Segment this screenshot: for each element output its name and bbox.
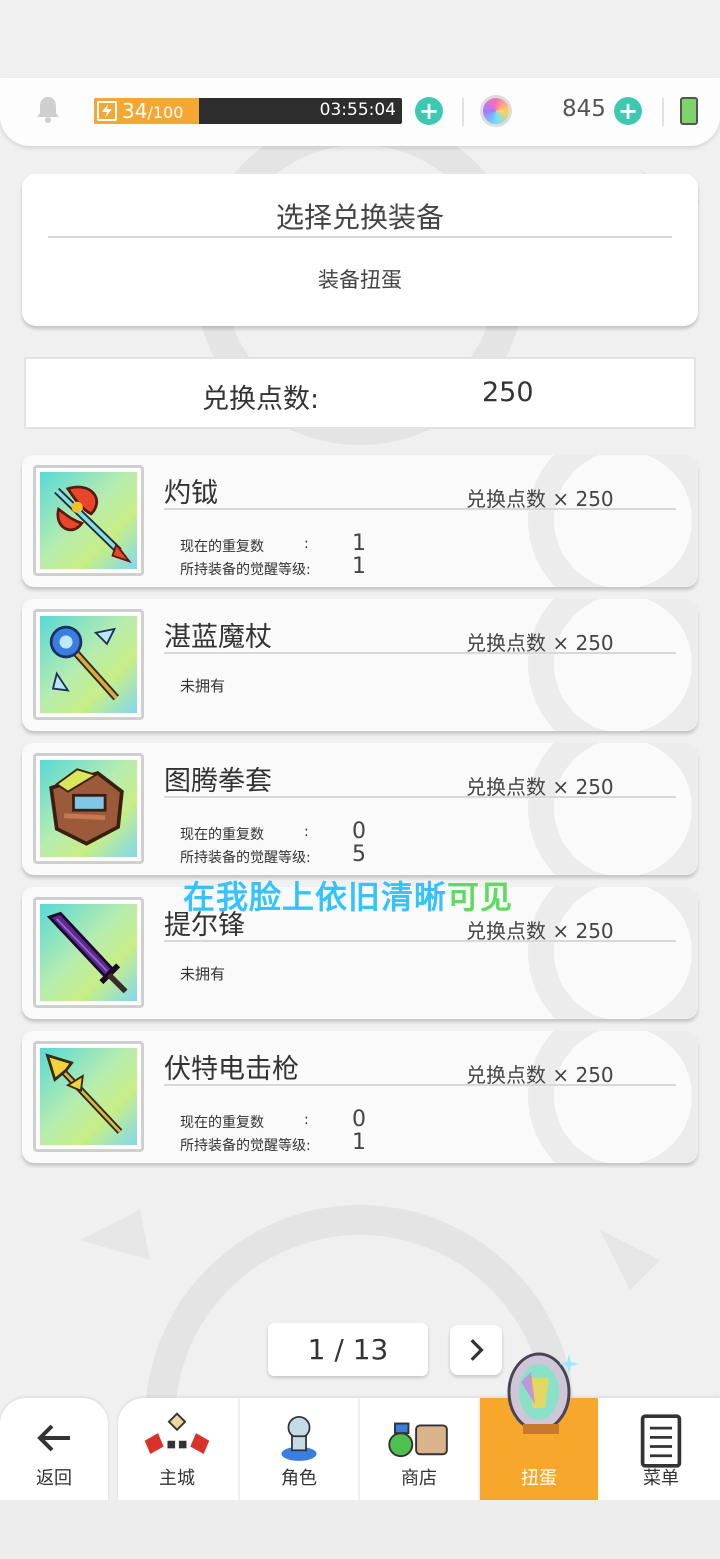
menu-icon xyxy=(640,1414,682,1468)
equipment-name: 伏特电击枪 xyxy=(164,1054,299,1085)
gauntlet-icon xyxy=(49,768,124,846)
exchange-points-value: 250 xyxy=(482,377,534,408)
awaken-label: 所持装备的觉醒等级: xyxy=(180,562,311,578)
divider xyxy=(164,796,676,798)
awaken-value: 5 xyxy=(352,842,366,867)
page-indicator: 1 / 13 xyxy=(268,1323,428,1376)
nav-item-shop[interactable]: 商店 xyxy=(360,1398,478,1500)
equipment-thumbnail xyxy=(33,753,144,864)
equipment-item[interactable]: 湛蓝魔杖 兑换点数 × 250 未拥有 xyxy=(22,599,698,731)
divider xyxy=(164,652,676,654)
back-button[interactable]: 返回 xyxy=(0,1398,108,1500)
gacha-mirror-icon xyxy=(507,1352,579,1434)
overlay-caption: 在我脸上依旧清晰可见 xyxy=(183,878,514,916)
lightning-icon xyxy=(97,101,117,121)
nav-item-character[interactable]: 角色 xyxy=(240,1398,358,1500)
character-icon xyxy=(281,1415,317,1461)
sword-icon xyxy=(46,911,128,994)
equipment-item[interactable]: 伏特电击枪 兑换点数 × 250 现在的重复数 : 0 所持装备的觉醒等级: 1 xyxy=(22,1031,698,1163)
equipment-thumbnail xyxy=(33,897,144,1008)
bell-icon[interactable] xyxy=(34,94,62,124)
awaken-label: 所持装备的觉醒等级: xyxy=(180,1138,311,1154)
card-decoration xyxy=(528,455,698,587)
spear-icon xyxy=(45,1053,123,1134)
equipment-name: 湛蓝魔杖 xyxy=(164,622,272,653)
gem-icon xyxy=(480,95,512,127)
staff-icon xyxy=(49,625,120,701)
divider xyxy=(164,1084,676,1086)
bottom-navigation: 返回 主城 角色 商店 扭蛋 菜单 xyxy=(0,1352,720,1502)
stamina-value: 34/100 xyxy=(122,99,184,123)
nav-label-shop: 商店 xyxy=(401,1468,437,1489)
duplicates-value: 0 xyxy=(352,819,366,844)
card-decoration xyxy=(528,599,698,731)
awaken-label: 所持装备的觉醒等级: xyxy=(180,850,311,866)
card-decoration xyxy=(528,887,698,1019)
nav-label-city: 主城 xyxy=(159,1468,195,1489)
equipment-thumbnail xyxy=(33,1041,144,1152)
equipment-item[interactable]: 图腾拳套 兑换点数 × 250 现在的重复数 : 0 所持装备的觉醒等级: 5 xyxy=(22,743,698,875)
title-card: 选择兑换装备 装备扭蛋 xyxy=(22,174,698,326)
nav-item-menu[interactable]: 菜单 xyxy=(602,1398,720,1500)
stamina-bar: 34/100 03:55:04 xyxy=(94,98,402,124)
duplicates-label: 现在的重复数 xyxy=(180,539,264,555)
equipment-item[interactable]: 灼钺 兑换点数 × 250 现在的重复数 : 1 所持装备的觉醒等级: 1 xyxy=(22,455,698,587)
not-owned-label: 未拥有 xyxy=(180,965,226,983)
gem-count: 845 xyxy=(562,96,606,122)
divider xyxy=(48,236,672,238)
equipment-name: 灼钺 xyxy=(164,478,218,509)
divider xyxy=(662,98,664,126)
awaken-value: 1 xyxy=(352,554,366,579)
battery-icon xyxy=(680,97,698,125)
colon: : xyxy=(304,536,309,552)
status-bar: 34/100 03:55:04 + 845 + xyxy=(0,78,720,146)
shop-icon xyxy=(388,1422,448,1458)
page-title: 选择兑换装备 xyxy=(275,201,444,234)
page-subtitle: 装备扭蛋 xyxy=(318,268,402,292)
add-gems-button[interactable]: + xyxy=(614,97,642,125)
stamina-timer: 03:55:04 xyxy=(319,100,396,120)
not-owned-label: 未拥有 xyxy=(180,677,226,695)
card-decoration xyxy=(528,1031,698,1163)
castle-icon xyxy=(144,1412,210,1455)
divider xyxy=(164,508,676,510)
nav-item-city[interactable]: 主城 xyxy=(118,1398,236,1500)
next-page-button[interactable] xyxy=(450,1325,502,1375)
axe-icon xyxy=(54,485,132,564)
awaken-value: 1 xyxy=(352,1130,366,1155)
arrow-left-icon xyxy=(37,1424,70,1452)
duplicates-value: 1 xyxy=(352,531,366,556)
nav-item-gacha[interactable]: 扭蛋 xyxy=(480,1352,598,1500)
divider xyxy=(164,940,676,942)
chevron-right-icon xyxy=(470,1339,484,1361)
duplicates-value: 0 xyxy=(352,1107,366,1132)
duplicates-label: 现在的重复数 xyxy=(180,1115,264,1131)
equipment-thumbnail xyxy=(33,609,144,720)
add-stamina-button[interactable]: + xyxy=(415,97,443,125)
colon: : xyxy=(304,1112,309,1128)
exchange-points-label: 兑换点数: xyxy=(202,384,320,415)
system-navigation-area xyxy=(0,1500,720,1559)
nav-label-character: 角色 xyxy=(281,1468,317,1489)
nav-label-menu: 菜单 xyxy=(643,1468,679,1489)
equipment-thumbnail xyxy=(33,465,144,576)
exchange-points-box: 兑换点数: 250 xyxy=(24,357,696,429)
page-indicator-text: 1 / 13 xyxy=(307,1333,389,1366)
nav-label-gacha: 扭蛋 xyxy=(521,1468,557,1489)
divider xyxy=(462,98,464,126)
back-label: 返回 xyxy=(36,1468,72,1489)
nav-tabs: 主城 角色 商店 扭蛋 菜单 xyxy=(118,1352,720,1500)
duplicates-label: 现在的重复数 xyxy=(180,827,264,843)
card-decoration xyxy=(528,743,698,875)
equipment-name: 图腾拳套 xyxy=(164,766,272,797)
colon: : xyxy=(304,824,309,840)
